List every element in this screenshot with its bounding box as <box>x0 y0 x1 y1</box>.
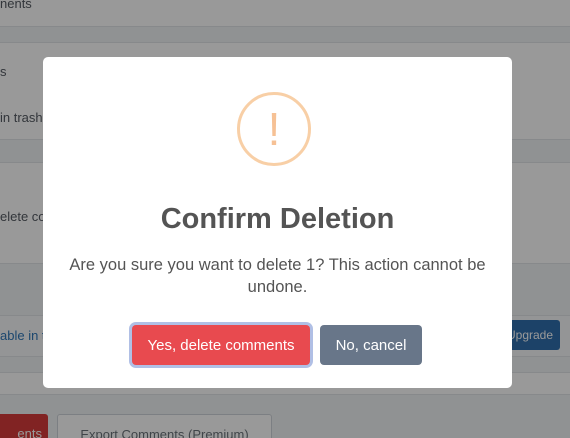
confirm-delete-button[interactable]: Yes, delete comments <box>132 325 310 365</box>
dialog-title: Confirm Deletion <box>160 203 395 235</box>
page: nents s in trash elete co able in t Upgr… <box>0 0 570 438</box>
confirm-deletion-dialog: ! Confirm Deletion Are you sure you want… <box>43 57 512 388</box>
exclamation-icon: ! <box>237 92 311 166</box>
cancel-button[interactable]: No, cancel <box>320 325 422 365</box>
exclamation-glyph: ! <box>267 103 281 155</box>
dialog-message: Are you sure you want to delete 1? This … <box>69 256 486 296</box>
